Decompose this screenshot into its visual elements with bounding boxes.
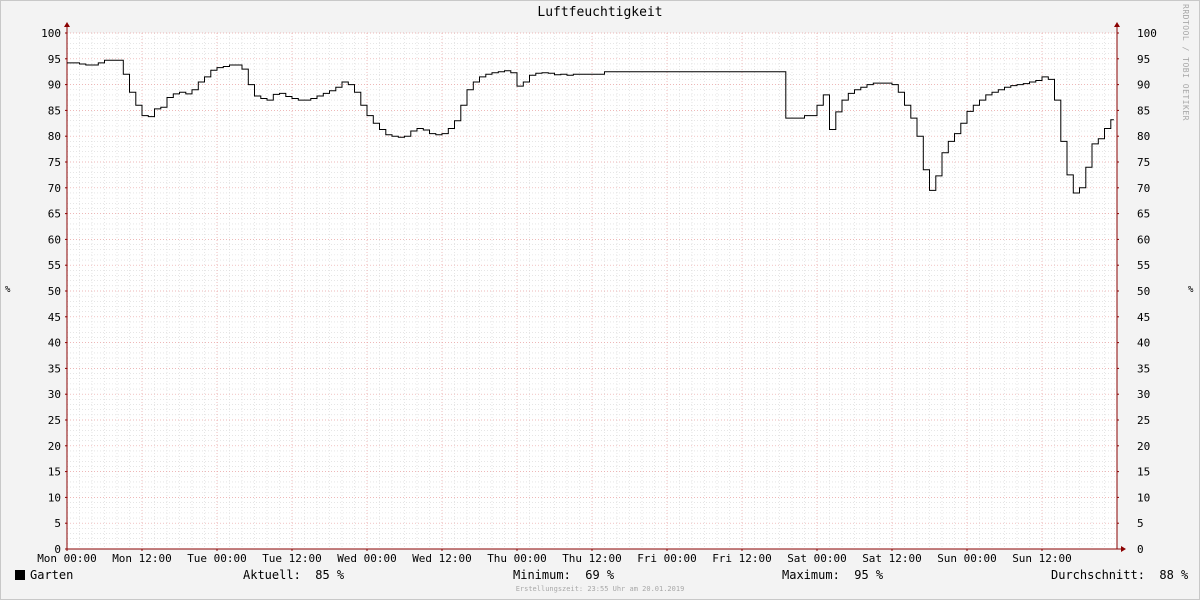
legend-max-value: 95 % xyxy=(854,568,884,582)
y-tick-label-left: 95 xyxy=(48,53,61,66)
y-tick-label-right: 40 xyxy=(1137,337,1150,350)
legend-maximum: Maximum: 95 % xyxy=(782,568,883,582)
legend-min-label: Minimum: xyxy=(513,568,571,582)
y-tick-label-right: 55 xyxy=(1137,259,1150,272)
y-tick-label-right: 25 xyxy=(1137,414,1150,427)
y-tick-label-left: 45 xyxy=(48,311,61,324)
x-axis-arrow xyxy=(1121,546,1126,552)
legend-current-label: Aktuell: xyxy=(243,568,301,582)
y-tick-label-right: 10 xyxy=(1137,491,1150,504)
legend-minimum: Minimum: 69 % xyxy=(513,568,614,582)
y-tick-label-left: 60 xyxy=(48,233,61,246)
x-tick-label: Mon 12:00 xyxy=(112,552,172,565)
legend-avg-value: 88 % xyxy=(1159,568,1189,582)
x-tick-labels: Mon 00:00 Mon 12:00 Tue 00:00 Tue 12:00 Wed … xyxy=(37,552,1072,565)
y-tick-label-left: 80 xyxy=(48,130,61,143)
legend-series: Garten xyxy=(15,568,73,582)
y-tick-label-left: 85 xyxy=(48,104,61,117)
x-tick-label: Tue 12:00 xyxy=(262,552,322,565)
chart-canvas: 0 5 10 15 20 25 30 35 40 45 50 55 60 65 70 75 80 85 90 95 10… xyxy=(37,22,1157,565)
y-tick-label-left: 25 xyxy=(48,414,61,427)
legend-current-value: 85 % xyxy=(315,568,345,582)
y-tick-label-right: 0 xyxy=(1137,543,1144,556)
y-tick-label-right: 45 xyxy=(1137,311,1150,324)
y-tick-label-right: 15 xyxy=(1137,466,1150,479)
y-tick-label-right: 60 xyxy=(1137,233,1150,246)
chart-title: Luftfeuchtigkeit xyxy=(537,5,663,20)
x-tick-label: Fri 00:00 xyxy=(637,552,697,565)
x-tick-label: Wed 12:00 xyxy=(412,552,472,565)
y-tick-label-left: 35 xyxy=(48,362,61,375)
x-tick-label: Sat 12:00 xyxy=(862,552,922,565)
y-tick-label-right: 65 xyxy=(1137,208,1150,221)
y-tick-label-left: 55 xyxy=(48,259,61,272)
x-tick-label: Sat 00:00 xyxy=(787,552,847,565)
creation-timestamp: Erstellungszeit: 23:55 Uhr am 20.01.2019 xyxy=(515,585,685,593)
legend-series-name: Garten xyxy=(30,568,74,582)
y-tick-label-right: 75 xyxy=(1137,156,1150,169)
y-tick-label-left: 15 xyxy=(48,466,61,479)
y-tick-labels-left: 0510152025303540455055606570758085909510… xyxy=(41,27,61,556)
legend-max-label: Maximum: xyxy=(782,568,840,582)
y-tick-label-right: 30 xyxy=(1137,388,1150,401)
y-tick-label-right: 100 xyxy=(1137,27,1157,40)
y-tick-label-right: 85 xyxy=(1137,104,1150,117)
rrdtool-watermark: RRDTOOL / TOBI OETIKER xyxy=(1181,4,1190,121)
legend-current: Aktuell: 85 % xyxy=(243,568,344,582)
x-tick-label: Mon 00:00 xyxy=(37,552,97,565)
x-tick-label: Sun 00:00 xyxy=(937,552,997,565)
y-tick-label-right: 70 xyxy=(1137,182,1150,195)
y-tick-label-right: 35 xyxy=(1137,362,1150,375)
x-tick-label: Thu 12:00 xyxy=(562,552,622,565)
y-axis-label-right: % xyxy=(1188,285,1194,295)
y-tick-labels-right: 0 5 10 15 20 25 30 35 40 45 50 55 60 65 70 75 80 85 90 95 10… xyxy=(1137,27,1157,556)
y-tick-label-left: 40 xyxy=(48,337,61,350)
y-tick-label-left: 30 xyxy=(48,388,61,401)
y-tick-label-left: 65 xyxy=(48,208,61,221)
y-axis-arrow-left xyxy=(64,22,70,27)
y-tick-label-right: 5 xyxy=(1137,517,1144,530)
y-tick-label-right: 90 xyxy=(1137,79,1150,92)
y-axis-label-left: % xyxy=(5,285,11,295)
y-tick-label-right: 95 xyxy=(1137,53,1150,66)
y-tick-label-left: 75 xyxy=(48,156,61,169)
legend-avg-label: Durchschnitt: xyxy=(1051,568,1145,582)
y-tick-label-right: 50 xyxy=(1137,285,1150,298)
x-tick-label: Tue 00:00 xyxy=(187,552,247,565)
y-axis-arrow-right xyxy=(1114,22,1120,27)
y-tick-label-left: 50 xyxy=(48,285,61,298)
y-tick-label-left: 5 xyxy=(54,517,61,530)
y-tick-label-left: 90 xyxy=(48,79,61,92)
y-tick-label-left: 100 xyxy=(41,27,61,40)
x-tick-label: Fri 12:00 xyxy=(712,552,772,565)
legend-average: Durchschnitt: 88 % xyxy=(1051,568,1188,582)
y-tick-label-left: 10 xyxy=(48,491,61,504)
x-tick-label: Thu 00:00 xyxy=(487,552,547,565)
y-tick-label-right: 80 xyxy=(1137,130,1150,143)
y-tick-label-left: 20 xyxy=(48,440,61,453)
x-tick-label: Sun 12:00 xyxy=(1012,552,1072,565)
legend-swatch xyxy=(15,570,25,580)
y-tick-label-left: 70 xyxy=(48,182,61,195)
legend-min-value: 69 % xyxy=(585,568,615,582)
x-tick-label: Wed 00:00 xyxy=(337,552,397,565)
y-tick-label-right: 20 xyxy=(1137,440,1150,453)
